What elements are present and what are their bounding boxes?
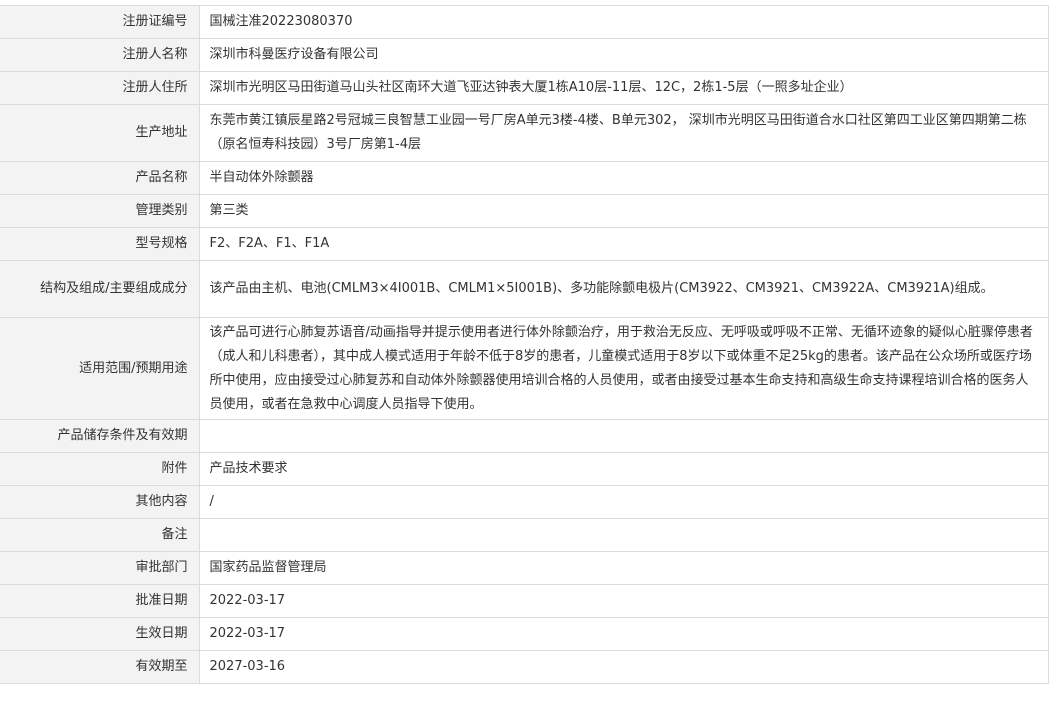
field-value: 2022-03-17 [199, 584, 1049, 618]
row-model-specification: 型号规格 F2、F2A、F1、F1A [0, 227, 1049, 261]
field-value [199, 518, 1049, 552]
field-value: 半自动体外除颤器 [199, 161, 1049, 195]
field-value: 2022-03-17 [199, 617, 1049, 651]
field-value: 2027-03-16 [199, 650, 1049, 684]
row-production-address: 生产地址 东莞市黄江镇辰星路2号冠城三良智慧工业园一号厂房A单元3楼-4楼、B单… [0, 104, 1049, 162]
row-valid-until: 有效期至 2027-03-16 [0, 650, 1049, 684]
registration-detail-table: 注册证编号 国械注准20223080370 注册人名称 深圳市科曼医疗设备有限公… [0, 5, 1049, 684]
row-management-category: 管理类别 第三类 [0, 194, 1049, 228]
field-value: 该产品可进行心肺复苏语音/动画指导并提示使用者进行体外除颤治疗，用于救治无反应、… [199, 317, 1049, 420]
field-label: 有效期至 [0, 650, 200, 684]
row-remarks: 备注 [0, 518, 1049, 552]
field-value: 国家药品监督管理局 [199, 551, 1049, 585]
field-label: 管理类别 [0, 194, 200, 228]
field-value: 第三类 [199, 194, 1049, 228]
field-value: 产品技术要求 [199, 452, 1049, 486]
row-storage-conditions: 产品储存条件及有效期 [0, 419, 1049, 453]
field-label: 审批部门 [0, 551, 200, 585]
row-registrant-address: 注册人住所 深圳市光明区马田街道马山头社区南环大道飞亚达钟表大厦1栋A10层-1… [0, 71, 1049, 105]
field-value: 该产品由主机、电池(CMLM3×4I001B、CMLM1×5I001B)、多功能… [199, 260, 1049, 318]
field-value: 深圳市科曼医疗设备有限公司 [199, 38, 1049, 72]
field-label: 结构及组成/主要组成成分 [0, 260, 200, 318]
row-intended-use: 适用范围/预期用途 该产品可进行心肺复苏语音/动画指导并提示使用者进行体外除颤治… [0, 317, 1049, 420]
row-effective-date: 生效日期 2022-03-17 [0, 617, 1049, 651]
field-label: 适用范围/预期用途 [0, 317, 200, 420]
field-value: F2、F2A、F1、F1A [199, 227, 1049, 261]
field-value: 国械注准20223080370 [199, 5, 1049, 39]
row-product-name: 产品名称 半自动体外除颤器 [0, 161, 1049, 195]
field-value: 深圳市光明区马田街道马山头社区南环大道飞亚达钟表大厦1栋A10层-11层、12C… [199, 71, 1049, 105]
field-label: 注册人住所 [0, 71, 200, 105]
field-value [199, 419, 1049, 453]
field-label: 生效日期 [0, 617, 200, 651]
field-label: 生产地址 [0, 104, 200, 162]
field-label: 产品储存条件及有效期 [0, 419, 200, 453]
field-label: 注册证编号 [0, 5, 200, 39]
field-label: 型号规格 [0, 227, 200, 261]
row-other-content: 其他内容 / [0, 485, 1049, 519]
field-label: 备注 [0, 518, 200, 552]
field-label: 批准日期 [0, 584, 200, 618]
row-attachment: 附件 产品技术要求 [0, 452, 1049, 486]
row-registrant-name: 注册人名称 深圳市科曼医疗设备有限公司 [0, 38, 1049, 72]
row-approval-department: 审批部门 国家药品监督管理局 [0, 551, 1049, 585]
field-value: 东莞市黄江镇辰星路2号冠城三良智慧工业园一号厂房A单元3楼-4楼、B单元302，… [199, 104, 1049, 162]
field-label: 附件 [0, 452, 200, 486]
row-structure-composition: 结构及组成/主要组成成分 该产品由主机、电池(CMLM3×4I001B、CMLM… [0, 260, 1049, 318]
field-label: 其他内容 [0, 485, 200, 519]
field-value: / [199, 485, 1049, 519]
field-label: 产品名称 [0, 161, 200, 195]
row-approval-date: 批准日期 2022-03-17 [0, 584, 1049, 618]
row-registration-number: 注册证编号 国械注准20223080370 [0, 5, 1049, 39]
field-label: 注册人名称 [0, 38, 200, 72]
